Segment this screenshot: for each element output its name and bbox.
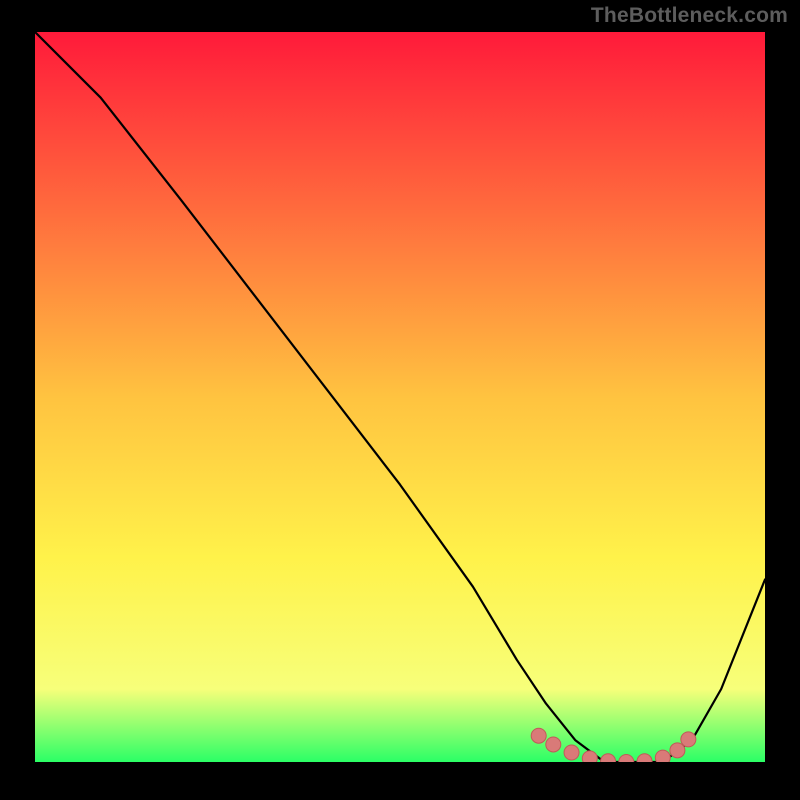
optimal-marker [655, 750, 670, 762]
optimal-marker [681, 732, 696, 747]
chart-frame: TheBottleneck.com [0, 0, 800, 800]
optimal-marker [531, 728, 546, 743]
gradient-background [35, 32, 765, 762]
optimal-marker [670, 743, 685, 758]
optimal-marker [564, 745, 579, 760]
optimal-marker [546, 737, 561, 752]
optimal-marker [582, 751, 597, 762]
watermark-text: TheBottleneck.com [591, 4, 788, 28]
plot-svg [35, 32, 765, 762]
bottleneck-plot [35, 32, 765, 762]
